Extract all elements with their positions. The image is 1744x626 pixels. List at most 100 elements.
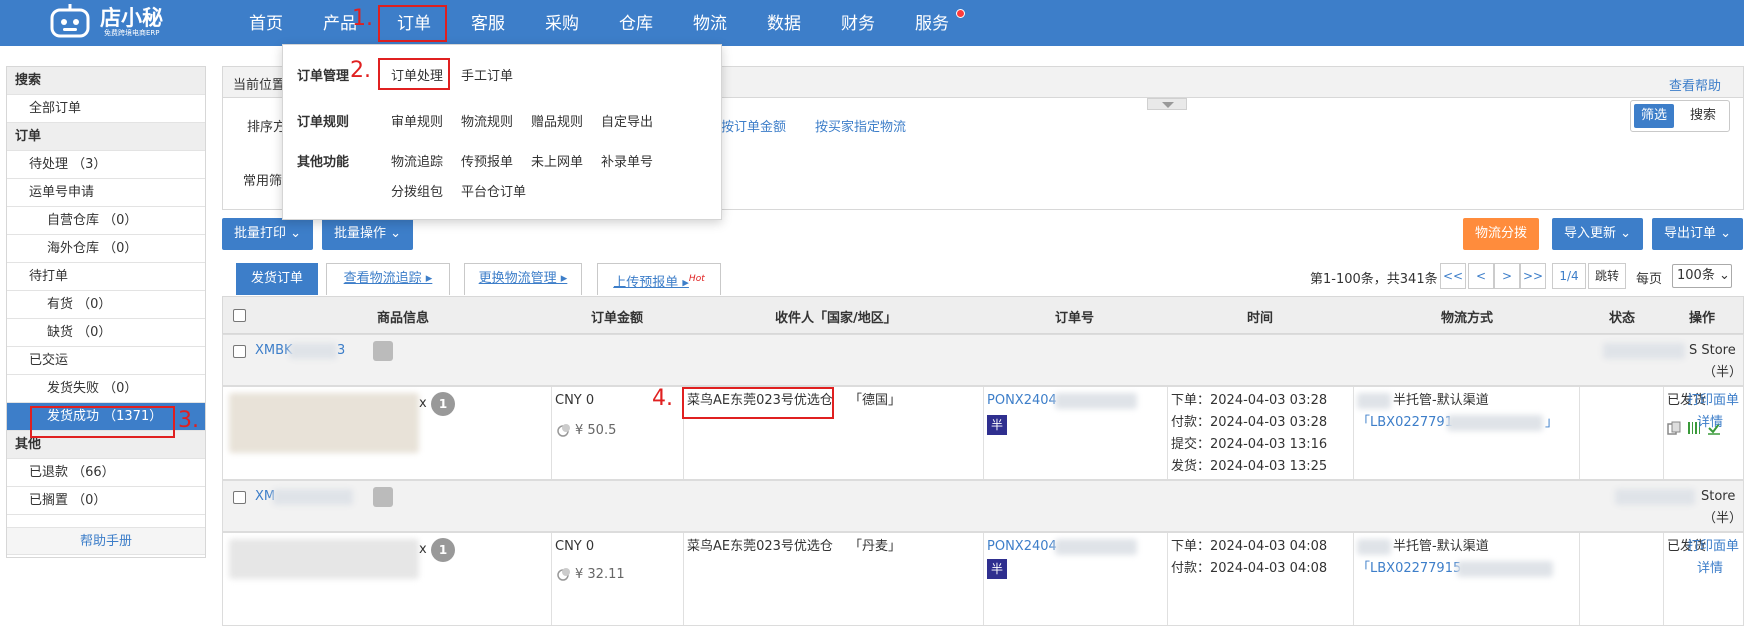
sidebar-item-refunded[interactable]: 已退款 （66） xyxy=(7,459,205,487)
price: ¥ 32.11 xyxy=(575,567,625,582)
sidebar-item-overseas-warehouse[interactable]: 海外仓库 （0） xyxy=(7,235,205,263)
qty-x: x xyxy=(419,542,427,557)
batch-print-button[interactable]: 批量打印 ⌄ xyxy=(222,218,314,250)
page-next-button[interactable]: > xyxy=(1494,263,1520,289)
print-label-link[interactable]: 打印面单 xyxy=(1687,390,1739,412)
time-ordered: 下单：2024-04-03 04:08 xyxy=(1171,539,1328,554)
page-last-button[interactable]: >> xyxy=(1520,263,1546,289)
table-header: 商品信息 订单金额 收件人「国家/地区」 订单号 时间 物流方式 状态 操作 xyxy=(222,296,1744,334)
blurred-tracking xyxy=(1457,561,1553,577)
order-number[interactable]: PONX2404 xyxy=(987,536,1057,558)
sidebar-head-orders: 订单 xyxy=(7,123,205,151)
page-first-button[interactable]: << xyxy=(1440,263,1466,289)
tab-track-logistics[interactable]: 查看物流追踪 ▸ xyxy=(326,263,450,295)
group-checkbox[interactable] xyxy=(233,345,246,358)
import-update-button[interactable]: 导入更新 ⌄ xyxy=(1552,218,1644,250)
menu-item-platform-warehouse[interactable]: 平台仓订单 xyxy=(461,181,526,200)
sidebar-item-shipped[interactable]: 已交运 xyxy=(7,347,205,375)
nav-customer-service[interactable]: 客服 xyxy=(462,0,514,46)
print-label-link[interactable]: 打印面单 xyxy=(1687,536,1739,558)
page-indicator: 1/4 xyxy=(1552,263,1586,289)
nav-data[interactable]: 数据 xyxy=(758,0,810,46)
tab-ship-orders[interactable]: 发货订单 xyxy=(236,263,318,295)
product-image[interactable] xyxy=(229,393,419,453)
menu-item-custom-export[interactable]: 自定导出 xyxy=(601,111,653,130)
store-code-tail[interactable]: 3 xyxy=(337,340,345,362)
sidebar-item-in-stock[interactable]: 有货 （0） xyxy=(7,291,205,319)
sidebar-head-search: 搜索 xyxy=(7,67,205,95)
col-divider xyxy=(1353,533,1354,625)
th-status: 状态 xyxy=(1609,311,1636,326)
group-checkbox[interactable] xyxy=(233,491,246,504)
nav-logistics[interactable]: 物流 xyxy=(684,0,736,46)
nav-warehouse[interactable]: 仓库 xyxy=(610,0,662,46)
nav-finance[interactable]: 财务 xyxy=(832,0,884,46)
menu-item-logistics-rules[interactable]: 物流规则 xyxy=(461,111,513,130)
time-submitted: 提交：2024-04-03 13:16 xyxy=(1171,437,1328,452)
menu-item-review-rules[interactable]: 审单规则 xyxy=(391,111,443,130)
sidebar-item-to-print[interactable]: 待打单 xyxy=(7,263,205,291)
tracking-close: 」 xyxy=(1545,415,1559,430)
th-product: 商品信息 xyxy=(377,311,430,326)
sort-by-buyer-logistics[interactable]: 按买家指定物流 xyxy=(815,116,906,135)
export-orders-button[interactable]: 导出订单 ⌄ xyxy=(1652,218,1744,250)
page-jump-button[interactable]: 跳转 xyxy=(1588,263,1626,289)
caret-down-icon xyxy=(1162,102,1174,108)
col-divider xyxy=(1167,533,1168,625)
sidebar-item-ship-failed[interactable]: 发货失败 （0） xyxy=(7,375,205,403)
blurred-store-code xyxy=(273,489,353,505)
menu-item-package-group[interactable]: 分拨组包 xyxy=(391,181,443,200)
sidebar-item-on-hold[interactable]: 已搁置 （0） xyxy=(7,487,205,515)
logo[interactable]: 店小秘 免费跨境电商ERP xyxy=(48,2,198,42)
select-all-checkbox[interactable] xyxy=(233,309,246,322)
sidebar-item-waybill-apply[interactable]: 运单号申请 xyxy=(7,179,205,207)
common-filter-label: 常用筛 xyxy=(243,174,283,189)
sidebar-item-out-of-stock[interactable]: 缺货 （0） xyxy=(7,319,205,347)
col-divider xyxy=(983,533,984,625)
detail-link[interactable]: 详情 xyxy=(1697,412,1723,434)
batch-ops-button[interactable]: 批量操作 ⌄ xyxy=(322,218,414,250)
copy-icon[interactable] xyxy=(1667,421,1681,435)
per-page-select[interactable]: 100条 ⌄ xyxy=(1672,264,1732,288)
sidebar-help-link[interactable]: 帮助手册 xyxy=(7,527,205,555)
time-shipped: 发货：2024-04-03 13:25 xyxy=(1171,459,1328,474)
logistics-split-button[interactable]: 物流分拨 xyxy=(1463,218,1540,250)
menu-item-not-online[interactable]: 未上网单 xyxy=(531,151,583,170)
menu-item-manual-order[interactable]: 手工订单 xyxy=(461,65,513,84)
store-code[interactable]: XMBK xyxy=(255,340,293,362)
sidebar-item-pending[interactable]: 待处理 （3） xyxy=(7,151,205,179)
menu-item-forecast-upload[interactable]: 传预报单 xyxy=(461,151,513,170)
filter-tab[interactable]: 筛选 xyxy=(1634,104,1674,128)
sidebar-item-own-warehouse[interactable]: 自营仓库 （0） xyxy=(7,207,205,235)
search-tab[interactable]: 搜索 xyxy=(1681,104,1725,128)
menu-item-add-tracking[interactable]: 补录单号 xyxy=(601,151,653,170)
product-image[interactable] xyxy=(229,539,419,579)
order-number[interactable]: PONX2404 xyxy=(987,390,1057,412)
col-divider xyxy=(983,387,984,479)
col-divider xyxy=(551,387,552,479)
nav-home[interactable]: 首页 xyxy=(240,0,292,46)
sort-by-amount[interactable]: 按订单金额 xyxy=(721,116,786,135)
menu-item-gift-rules[interactable]: 赠品规则 xyxy=(531,111,583,130)
th-logistics: 物流方式 xyxy=(1441,311,1494,326)
currency-amount: CNY 0 xyxy=(555,539,595,554)
store-group-row: XM Store （半） xyxy=(222,480,1744,532)
col-divider xyxy=(1663,533,1664,625)
tab-change-logistics[interactable]: 更换物流管理 ▸ xyxy=(464,263,582,295)
tracking-number[interactable]: 「LBX0227791 xyxy=(1357,412,1453,434)
store-name: Store xyxy=(1701,489,1736,504)
hot-badge: Hot xyxy=(688,274,705,284)
robot-logo-icon xyxy=(50,4,90,38)
page-prev-button[interactable]: < xyxy=(1468,263,1494,289)
menu-item-logistics-tracking[interactable]: 物流追踪 xyxy=(391,151,443,170)
help-link[interactable]: 查看帮助 xyxy=(1669,75,1721,94)
sidebar-item-all-orders[interactable]: 全部订单 xyxy=(7,95,205,123)
th-recipient: 收件人「国家/地区」 xyxy=(775,311,897,326)
th-actions: 操作 xyxy=(1689,311,1716,326)
collapse-toggle[interactable] xyxy=(1147,98,1187,110)
nav-services[interactable]: 服务 xyxy=(906,0,958,46)
blurred-tracking xyxy=(1447,415,1543,431)
nav-purchasing[interactable]: 采购 xyxy=(536,0,588,46)
tab-upload-forecast[interactable]: 上传预报单 ▸Hot xyxy=(597,263,721,295)
top-nav-bar: 店小秘 免费跨境电商ERP 首页 产品 订单 客服 采购 仓库 物流 数据 财务… xyxy=(0,0,1744,46)
